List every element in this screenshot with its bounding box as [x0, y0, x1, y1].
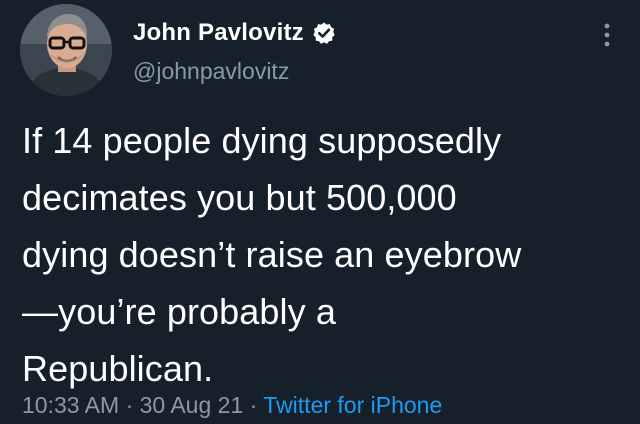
tweet-metadata: 10:33 AM · 30 Aug 21 · Twitter for iPhon… [22, 392, 442, 419]
display-name[interactable]: John Pavlovitz [133, 19, 304, 47]
meta-separator: · [249, 392, 258, 418]
tweet: John Pavlovitz @johnpavlovitz If 14 peop… [0, 0, 640, 424]
tweet-time[interactable]: 10:33 AM [22, 392, 119, 418]
tweet-header: John Pavlovitz @johnpavlovitz [133, 18, 336, 85]
more-options-icon[interactable] [602, 22, 612, 50]
user-handle[interactable]: @johnpavlovitz [133, 58, 336, 85]
verified-badge-icon [312, 21, 336, 45]
tweet-text: If 14 people dying supposedly decimates … [22, 120, 522, 389]
tweet-date[interactable]: 30 Aug 21 [140, 392, 244, 418]
tweet-source-link[interactable]: Twitter for iPhone [263, 392, 442, 418]
avatar-image [20, 4, 112, 96]
avatar[interactable] [20, 4, 112, 96]
name-row: John Pavlovitz [133, 18, 336, 48]
meta-separator: · [125, 392, 134, 418]
